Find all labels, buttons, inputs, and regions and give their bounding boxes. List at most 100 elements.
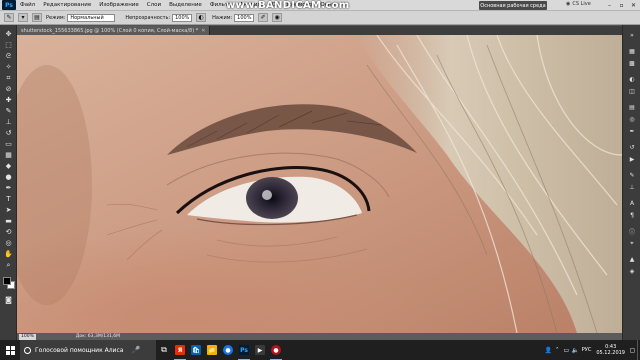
opacity-field[interactable]: 100% xyxy=(172,13,193,22)
workspace-button[interactable]: Основная рабочая среда xyxy=(479,1,547,10)
notifications-icon[interactable]: ▢ xyxy=(628,347,637,354)
adjustments-panel-icon[interactable]: ◐ xyxy=(627,75,637,84)
character-panel-icon[interactable]: A xyxy=(627,199,637,208)
foreground-color-swatch[interactable] xyxy=(3,277,11,285)
menu-select[interactable]: Выделение xyxy=(169,2,202,8)
photoshop-window: Ps Файл Редактирование Изображение Слои … xyxy=(0,0,640,360)
eraser-tool-icon[interactable]: ▭ xyxy=(3,139,14,149)
paragraph-panel-icon[interactable]: ¶ xyxy=(627,211,637,220)
clone-source-panel-icon[interactable]: ⊥ xyxy=(627,183,637,192)
show-hidden-icons-icon[interactable]: ˄ xyxy=(553,347,562,354)
shape-tool-icon[interactable]: ▬ xyxy=(3,216,14,226)
swatches-panel-icon[interactable]: ▩ xyxy=(627,59,637,68)
menu-layers[interactable]: Слои xyxy=(147,2,161,8)
masks-panel-icon[interactable]: ◫ xyxy=(627,87,637,96)
zoom-field[interactable]: 100% xyxy=(19,333,36,340)
chrome-icon: ● xyxy=(223,345,233,355)
actions-panel-icon[interactable]: ▶ xyxy=(627,155,637,164)
menu-edit[interactable]: Редактирование xyxy=(43,2,91,8)
marquee-tool-icon[interactable]: ⬚ xyxy=(3,40,14,50)
canvas-image xyxy=(17,35,622,333)
start-button[interactable] xyxy=(0,340,20,360)
store-button[interactable]: 🛍 xyxy=(188,340,204,360)
info-panel-icon[interactable]: ⓘ xyxy=(627,227,637,236)
layers-panel-icon[interactable]: ▤ xyxy=(627,103,637,112)
pressure-size-icon[interactable]: ◉ xyxy=(272,13,283,22)
chrome-button[interactable]: ● xyxy=(220,340,236,360)
paths-panel-icon[interactable]: ✒ xyxy=(627,127,637,136)
panel-collapse-icon[interactable]: » xyxy=(627,31,637,40)
healing-brush-tool-icon[interactable]: ✚ xyxy=(3,95,14,105)
type-tool-icon[interactable]: T xyxy=(3,194,14,204)
document-tab-title: shutterstock_155633865.jpg @ 100% (Слой … xyxy=(21,27,199,34)
pen-tool-icon[interactable]: ✒ xyxy=(3,183,14,193)
zoom-tool-icon[interactable]: ⌕ xyxy=(3,260,14,270)
volume-icon[interactable]: 🔈 xyxy=(571,347,580,354)
brush-panel-icon[interactable]: ▤ xyxy=(32,13,42,22)
alice-assistant-box[interactable]: Голосовой помощник Алиса 🎤 xyxy=(20,340,156,360)
cs-live-label: CS Live xyxy=(572,1,591,7)
minimize-icon[interactable]: – xyxy=(605,1,614,9)
maximize-icon[interactable]: ▫ xyxy=(617,1,626,9)
move-tool-icon[interactable]: ✥ xyxy=(3,29,14,39)
mode-label: Режим: xyxy=(46,14,66,21)
pressure-field[interactable]: 100% xyxy=(234,13,255,22)
history-panel-icon[interactable]: ↺ xyxy=(627,143,637,152)
close-icon[interactable]: ✕ xyxy=(629,1,638,9)
blur-tool-icon[interactable]: ◆ xyxy=(3,161,14,171)
clock[interactable]: 0:43 05.12.2019 xyxy=(596,344,625,356)
hand-tool-icon[interactable]: ✋ xyxy=(3,249,14,259)
clone-stamp-tool-icon[interactable]: ⊥ xyxy=(3,117,14,127)
path-select-tool-icon[interactable]: ➤ xyxy=(3,205,14,215)
histogram-panel-icon[interactable]: ▲ xyxy=(627,255,637,264)
eyedropper-tool-icon[interactable]: ⊘ xyxy=(3,84,14,94)
menu-file[interactable]: Файл xyxy=(20,2,35,8)
3d-camera-tool-icon[interactable]: ◎ xyxy=(3,238,14,248)
3d-rotate-tool-icon[interactable]: ⟲ xyxy=(3,227,14,237)
eye-highlight xyxy=(262,190,272,200)
navigator-panel-icon[interactable]: ⌖ xyxy=(627,239,637,248)
microphone-icon[interactable]: 🎤 xyxy=(131,346,140,354)
file-explorer-button[interactable]: 📁 xyxy=(204,340,220,360)
language-indicator[interactable]: РУС xyxy=(582,347,592,353)
tools-panel: ✥ ⬚ ᘓ ✧ ⌗ ⊘ ✚ ✎ ⊥ ↺ ▭ ▦ ◆ ● ✒ T ➤ ▬ ⟲ ◎ … xyxy=(0,25,17,340)
windows-icon xyxy=(5,345,15,355)
yandex-browser-button[interactable]: Я xyxy=(172,340,188,360)
cs-live-button[interactable]: ◉ CS Live xyxy=(566,1,591,7)
menu-bar: Ps Файл Редактирование Изображение Слои … xyxy=(0,0,640,11)
document-tab[interactable]: shutterstock_155633865.jpg @ 100% (Слой … xyxy=(17,26,211,35)
photoshop-logo: Ps xyxy=(2,0,16,10)
bandicam-taskbar-button[interactable]: ● xyxy=(268,340,284,360)
document-canvas[interactable] xyxy=(17,35,622,333)
color-panel-icon[interactable]: ▦ xyxy=(627,47,637,56)
3d-panel-icon[interactable]: ◈ xyxy=(627,267,637,276)
document-info[interactable]: Док: 63,3M/131,6M xyxy=(76,334,120,339)
media-player-button[interactable]: ▶ xyxy=(252,340,268,360)
clock-date: 05.12.2019 xyxy=(596,350,625,356)
photoshop-icon: Ps xyxy=(239,345,249,355)
brushes-panel-icon[interactable]: ✎ xyxy=(627,171,637,180)
options-bar: ✎ ▾ ▤ Режим: Нормальный Непрозрачность: … xyxy=(0,11,640,25)
brush-preset-picker[interactable]: ▾ xyxy=(18,13,28,22)
window-controls: – ▫ ✕ xyxy=(605,1,638,9)
task-view-button[interactable]: ⧉ xyxy=(156,340,172,360)
brush-tool-icon[interactable]: ✎ xyxy=(4,13,14,22)
crop-tool-icon[interactable]: ⌗ xyxy=(3,73,14,83)
history-brush-tool-icon[interactable]: ↺ xyxy=(3,128,14,138)
menu-image[interactable]: Изображение xyxy=(99,2,139,8)
channels-panel-icon[interactable]: ◎ xyxy=(627,115,637,124)
quick-select-tool-icon[interactable]: ✧ xyxy=(3,62,14,72)
lasso-tool-icon[interactable]: ᘓ xyxy=(3,51,14,61)
airbrush-icon[interactable]: ✐ xyxy=(258,13,269,22)
quick-mask-icon[interactable]: ◙ xyxy=(3,295,14,305)
user-icon[interactable]: 👤 xyxy=(544,347,553,354)
network-icon[interactable]: ▭ xyxy=(562,347,571,354)
gradient-tool-icon[interactable]: ▦ xyxy=(3,150,14,160)
mode-select[interactable]: Нормальный xyxy=(67,13,116,22)
brush-tool-icon[interactable]: ✎ xyxy=(3,106,14,116)
tab-close-icon[interactable]: ✕ xyxy=(201,28,205,34)
photoshop-taskbar-button[interactable]: Ps xyxy=(236,340,252,360)
dodge-tool-icon[interactable]: ● xyxy=(3,172,14,182)
windows-taskbar: Голосовой помощник Алиса 🎤 ⧉ Я 🛍 📁 ● Ps … xyxy=(0,340,640,360)
pressure-opacity-icon[interactable]: ◐ xyxy=(196,13,207,22)
